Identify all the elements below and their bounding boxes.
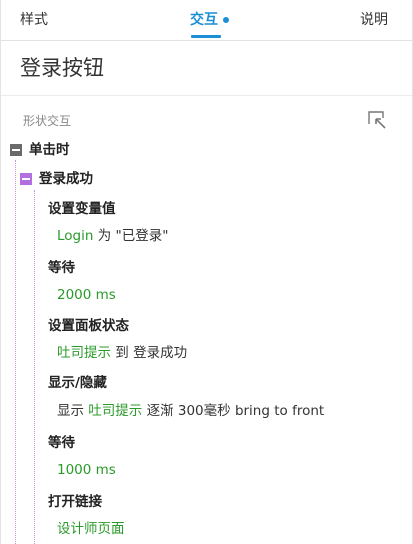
- panel-name: 吐司提示: [57, 345, 111, 361]
- expand-corner-icon[interactable]: [367, 110, 387, 130]
- page-title[interactable]: 登录按钮: [20, 54, 104, 82]
- action-title[interactable]: 设置变量值: [48, 199, 116, 219]
- collapse-case-icon[interactable]: [20, 173, 32, 185]
- detail-prefix: 显示: [57, 403, 89, 419]
- interaction-panel: 样式 交互 说明 登录按钮 形状交互 单击时 登录成功 设置变量值 Login …: [0, 0, 413, 544]
- action-detail[interactable]: 1000 ms: [57, 460, 116, 480]
- tab-style[interactable]: 样式: [20, 10, 48, 30]
- action-detail[interactable]: 吐司提示 到 登录成功: [57, 343, 187, 363]
- collapse-event-icon[interactable]: [10, 144, 22, 156]
- detail-text: 到 登录成功: [111, 345, 188, 361]
- action-detail[interactable]: 2000 ms: [57, 285, 116, 305]
- detail-text: 为 "已登录": [93, 228, 169, 244]
- action-title[interactable]: 等待: [48, 433, 75, 453]
- tree-guide-line: [15, 160, 16, 544]
- tab-bar: 样式 交互 说明: [1, 0, 412, 41]
- action-title[interactable]: 打开链接: [48, 492, 102, 512]
- title-area: 登录按钮: [1, 41, 412, 96]
- detail-text: 逐渐 300毫秒 bring to front: [142, 403, 325, 419]
- tab-notes[interactable]: 说明: [360, 10, 388, 30]
- action-title[interactable]: 等待: [48, 258, 75, 278]
- widget-name: 吐司提示: [88, 403, 143, 419]
- event-label[interactable]: 单击时: [29, 140, 70, 160]
- modified-dot-icon: [223, 17, 229, 23]
- active-tab-indicator: [191, 35, 221, 38]
- action-detail[interactable]: 显示 吐司提示 逐渐 300毫秒 bring to front: [57, 401, 324, 421]
- tree-guide-line: [34, 190, 35, 544]
- action-title[interactable]: 设置面板状态: [48, 316, 129, 336]
- section-label: 形状交互: [23, 114, 72, 128]
- action-detail[interactable]: 设计师页面: [57, 519, 125, 539]
- action-detail[interactable]: Login 为 "已登录": [57, 226, 168, 246]
- variable-name: Login: [57, 228, 94, 244]
- case-label[interactable]: 登录成功: [39, 169, 93, 189]
- tab-interaction[interactable]: 交互: [190, 10, 218, 30]
- action-title[interactable]: 显示/隐藏: [48, 373, 107, 393]
